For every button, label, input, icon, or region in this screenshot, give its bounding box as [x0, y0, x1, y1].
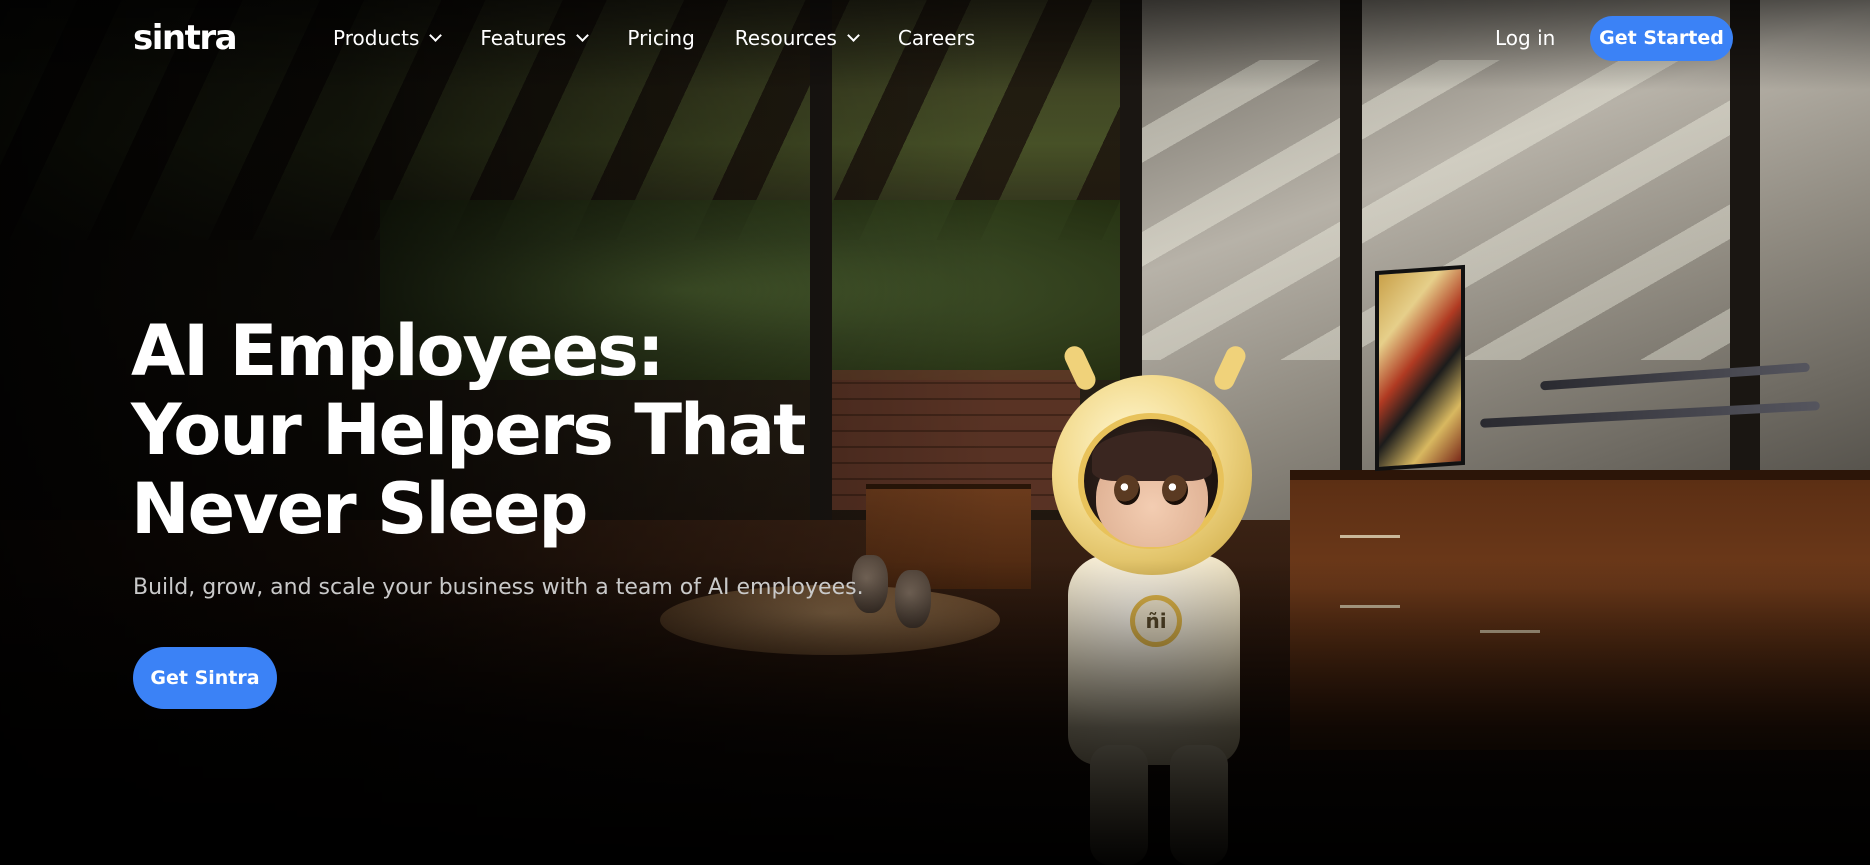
nav-item-label: Products [333, 26, 420, 50]
get-sintra-button[interactable]: Get Sintra [133, 647, 277, 709]
get-started-button[interactable]: Get Started [1590, 16, 1733, 61]
nav-item-label: Resources [734, 26, 837, 50]
nav-item-resources[interactable]: Resources [734, 26, 860, 50]
mascot-eye [1162, 475, 1188, 505]
top-navigation: sintra Products Features Pricing Resourc… [0, 0, 1870, 78]
nav-item-label: Features [480, 26, 567, 50]
drawer-handle [1340, 535, 1400, 538]
mascot-hair [1092, 431, 1212, 481]
sintra-logo[interactable]: sintra [133, 18, 238, 58]
abstract-painting [1375, 264, 1465, 472]
antenna [1061, 342, 1099, 394]
nav-item-label: Careers [897, 26, 976, 50]
nav-item-features[interactable]: Features [480, 26, 590, 50]
nav-item-careers[interactable]: Careers [898, 26, 975, 50]
nav-item-products[interactable]: Products [333, 26, 443, 50]
nav-menu: Products Features Pricing Resources Care… [333, 26, 1015, 50]
chevron-down-icon [576, 29, 590, 42]
antenna [1211, 342, 1249, 394]
login-link[interactable]: Log in [1495, 26, 1555, 50]
chevron-down-icon [429, 29, 443, 42]
hero-subtitle: Build, grow, and scale your business wit… [133, 575, 864, 600]
hero-title: AI Employees: Your Helpers That Never Sl… [131, 310, 807, 550]
mascot-eye [1114, 475, 1140, 505]
hero-bottom-fade [0, 560, 1870, 865]
nav-item-pricing[interactable]: Pricing [627, 26, 694, 50]
chevron-down-icon [847, 29, 860, 42]
nav-item-label: Pricing [627, 26, 695, 50]
